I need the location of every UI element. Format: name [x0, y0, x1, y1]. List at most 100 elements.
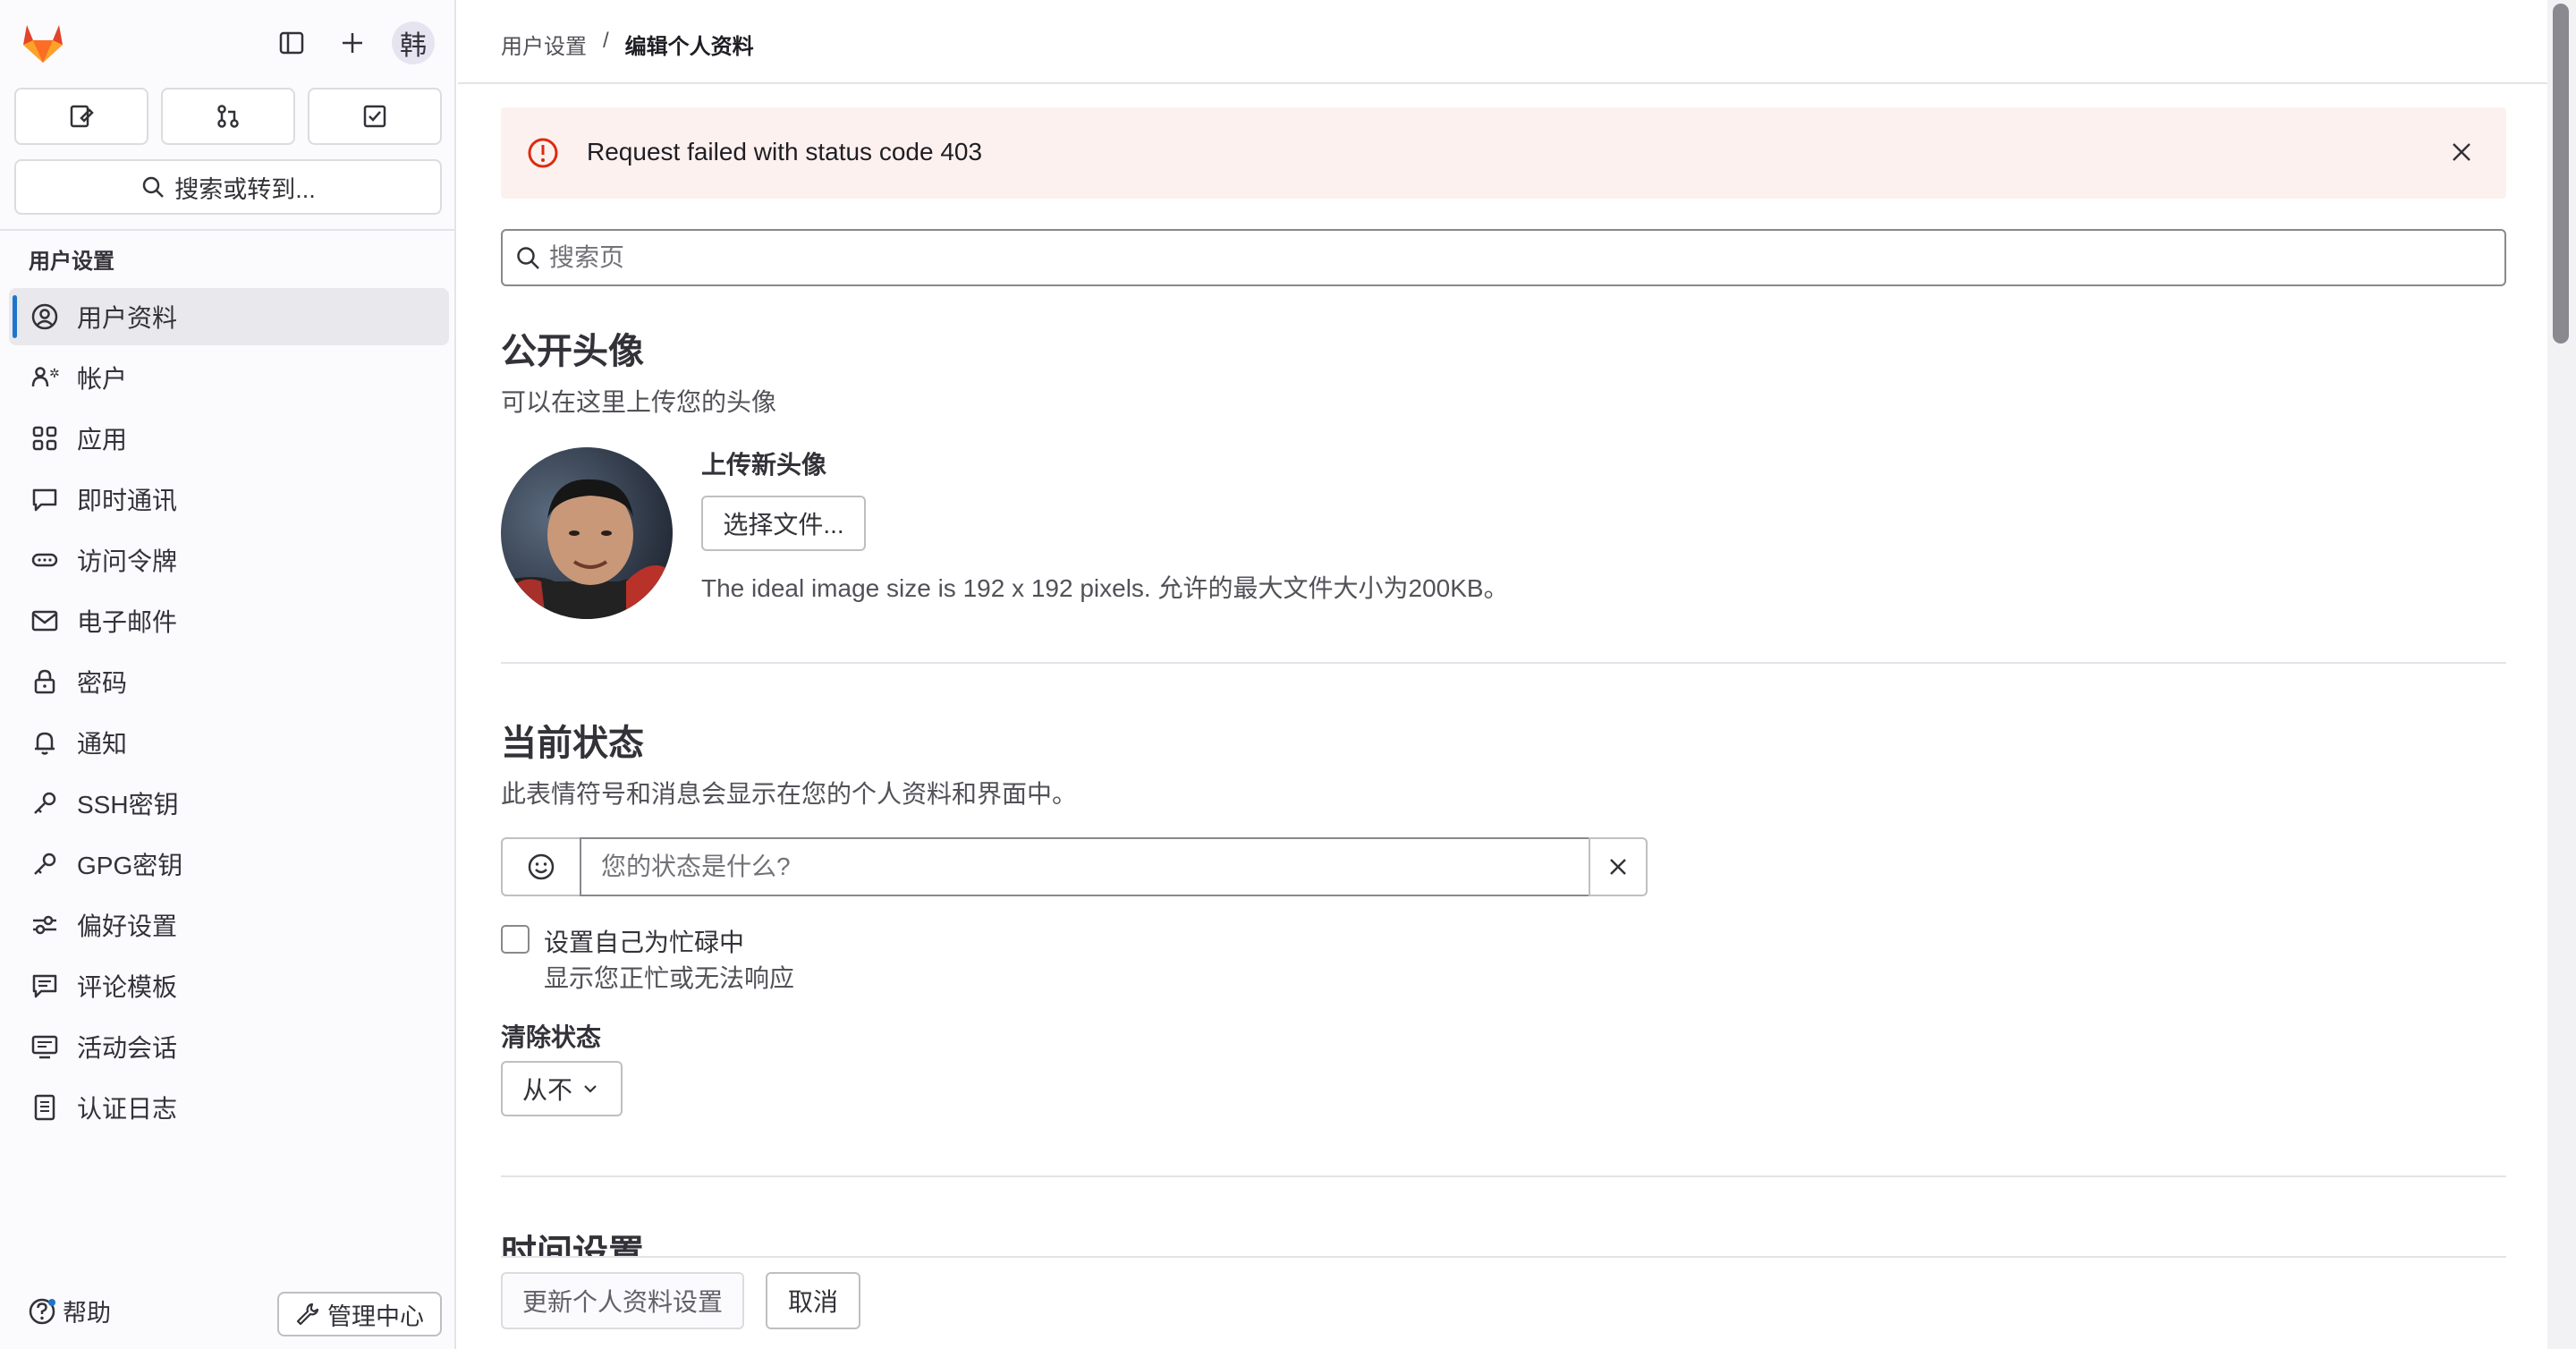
chevron-down-icon: [584, 1085, 597, 1093]
sidebar-item-applications[interactable]: 应用: [9, 410, 449, 467]
sidebar: 韩 搜索或转到... 用户设置 用户资料 ✲ 帐户 应用 即时通讯 访问令牌 电…: [0, 0, 456, 1349]
sidebar-item-label: 评论模板: [77, 973, 178, 1001]
clear-status-value: 从不: [522, 1076, 573, 1104]
sidebar-item-profile[interactable]: 用户资料: [9, 288, 449, 345]
issues-icon: [70, 105, 94, 128]
chat-icon: [29, 483, 61, 515]
global-search-button[interactable]: 搜索或转到...: [14, 159, 442, 215]
form-actions: 更新个人资料设置 取消: [501, 1256, 2506, 1349]
avatar-section-description: 可以在这里上传您的头像: [501, 388, 777, 416]
sidebar-item-chat[interactable]: 即时通讯: [9, 471, 449, 528]
smiley-icon: [528, 853, 555, 880]
bell-icon: [29, 726, 61, 759]
admin-area-button[interactable]: 管理中心: [277, 1292, 442, 1336]
alert-message: Request failed with status code 403: [587, 138, 983, 165]
sidebar-item-comment-templates[interactable]: 评论模板: [9, 957, 449, 1014]
cancel-button[interactable]: 取消: [766, 1272, 860, 1329]
sidebar-toggle-icon[interactable]: [270, 21, 313, 64]
avatar-initial: 韩: [400, 31, 427, 61]
sidebar-item-label: 即时通讯: [77, 487, 178, 514]
breadcrumb-separator: /: [603, 29, 609, 53]
sidebar-item-label: 用户资料: [77, 304, 178, 332]
key-icon: [29, 787, 61, 819]
update-profile-button[interactable]: 更新个人资料设置: [501, 1272, 744, 1329]
log-icon: [29, 1091, 61, 1124]
status-section-title: 当前状态: [501, 724, 644, 763]
page-search-field[interactable]: [501, 229, 2506, 286]
avatar-size-hint: The ideal image size is 192 x 192 pixels…: [701, 574, 1509, 602]
sidebar-item-auth-log[interactable]: 认证日志: [9, 1079, 449, 1136]
merge-requests-button[interactable]: [161, 88, 295, 145]
sidebar-item-gpg-keys[interactable]: GPG密钥: [9, 836, 449, 893]
clear-status-dropdown[interactable]: 从不: [501, 1061, 623, 1116]
close-icon[interactable]: [2444, 134, 2479, 170]
sidebar-nav: 用户资料 ✲ 帐户 应用 即时通讯 访问令牌 电子邮件 密码 通知 SSH密钥 …: [9, 288, 449, 1140]
breadcrumb: 用户设置 / 编辑个人资料: [501, 29, 754, 60]
status-section-description: 此表情符号和消息会显示在您的个人资料和界面中。: [501, 780, 1078, 808]
sidebar-item-label: GPG密钥: [77, 852, 183, 879]
lock-icon: [29, 666, 61, 698]
avatar-section-title: 公开头像: [501, 332, 644, 371]
sidebar-item-label: 偏好设置: [77, 912, 178, 940]
main-content: Request failed with status code 403 公开头像…: [501, 84, 2506, 1349]
page-scrollbar[interactable]: [2547, 0, 2576, 1349]
sidebar-item-label: 应用: [77, 426, 128, 454]
sidebar-item-label: 活动会话: [77, 1034, 178, 1062]
status-message-input[interactable]: [580, 837, 1590, 896]
global-search-label: 搜索或转到...: [174, 175, 316, 203]
search-icon: [142, 176, 165, 198]
sidebar-item-label: 认证日志: [77, 1095, 178, 1123]
svg-text:✲: ✲: [49, 367, 59, 381]
page-search-input[interactable]: [549, 238, 2481, 277]
sidebar-divider: [0, 229, 454, 231]
busy-checkbox[interactable]: [501, 925, 530, 954]
todo-icon: [363, 105, 386, 128]
sidebar-item-ssh-keys[interactable]: SSH密钥: [9, 775, 449, 832]
mail-icon: [29, 605, 61, 637]
help-icon: [29, 1298, 55, 1324]
profile-icon: [29, 301, 61, 333]
account-icon: ✲: [29, 361, 61, 394]
sidebar-item-label: 电子邮件: [77, 608, 178, 636]
help-label: 帮助: [63, 1300, 111, 1327]
scrollbar-thumb[interactable]: [2553, 4, 2569, 344]
sidebar-item-preferences[interactable]: 偏好设置: [9, 896, 449, 954]
monitor-icon: [29, 1031, 61, 1063]
section-divider: [501, 662, 2506, 664]
top-bar: 用户设置 / 编辑个人资料: [458, 0, 2547, 84]
sidebar-item-emails[interactable]: 电子邮件: [9, 592, 449, 649]
admin-area-label: 管理中心: [327, 1302, 424, 1330]
token-icon: [29, 544, 61, 576]
breadcrumb-parent-link[interactable]: 用户设置: [501, 29, 587, 60]
choose-file-button[interactable]: 选择文件...: [701, 496, 866, 551]
wrench-icon: [296, 1302, 319, 1326]
sidebar-item-password[interactable]: 密码: [9, 653, 449, 710]
sidebar-item-active-sessions[interactable]: 活动会话: [9, 1018, 449, 1075]
key-icon: [29, 848, 61, 880]
search-icon: [515, 245, 542, 276]
help-button[interactable]: 帮助: [27, 1294, 111, 1328]
sidebar-footer: 帮助 管理中心: [0, 1285, 454, 1342]
busy-help-text: 显示您正忙或无法响应: [544, 964, 795, 992]
user-avatar[interactable]: 韩: [392, 21, 435, 64]
sidebar-item-account[interactable]: ✲ 帐户: [9, 349, 449, 406]
sidebar-section-title: 用户设置: [29, 250, 114, 274]
comment-icon: [29, 970, 61, 1002]
gitlab-logo-icon[interactable]: [18, 18, 68, 68]
sidebar-item-label: 密码: [77, 669, 128, 697]
preferences-icon: [29, 909, 61, 941]
clear-status-button[interactable]: [1589, 837, 1648, 896]
close-icon: [1610, 859, 1626, 875]
merge-request-icon: [217, 105, 239, 128]
sidebar-item-notifications[interactable]: 通知: [9, 714, 449, 771]
todos-button[interactable]: [308, 88, 442, 145]
quick-actions: [14, 88, 442, 145]
profile-avatar-image: [501, 447, 673, 619]
issues-button[interactable]: [14, 88, 148, 145]
sidebar-item-access-tokens[interactable]: 访问令牌: [9, 531, 449, 589]
breadcrumb-current[interactable]: 编辑个人资料: [625, 29, 754, 60]
busy-checkbox-label[interactable]: 设置自己为忙碌中: [544, 923, 744, 959]
emoji-picker-button[interactable]: [501, 837, 581, 896]
sidebar-item-label: 通知: [77, 730, 128, 758]
plus-icon[interactable]: [331, 21, 374, 64]
